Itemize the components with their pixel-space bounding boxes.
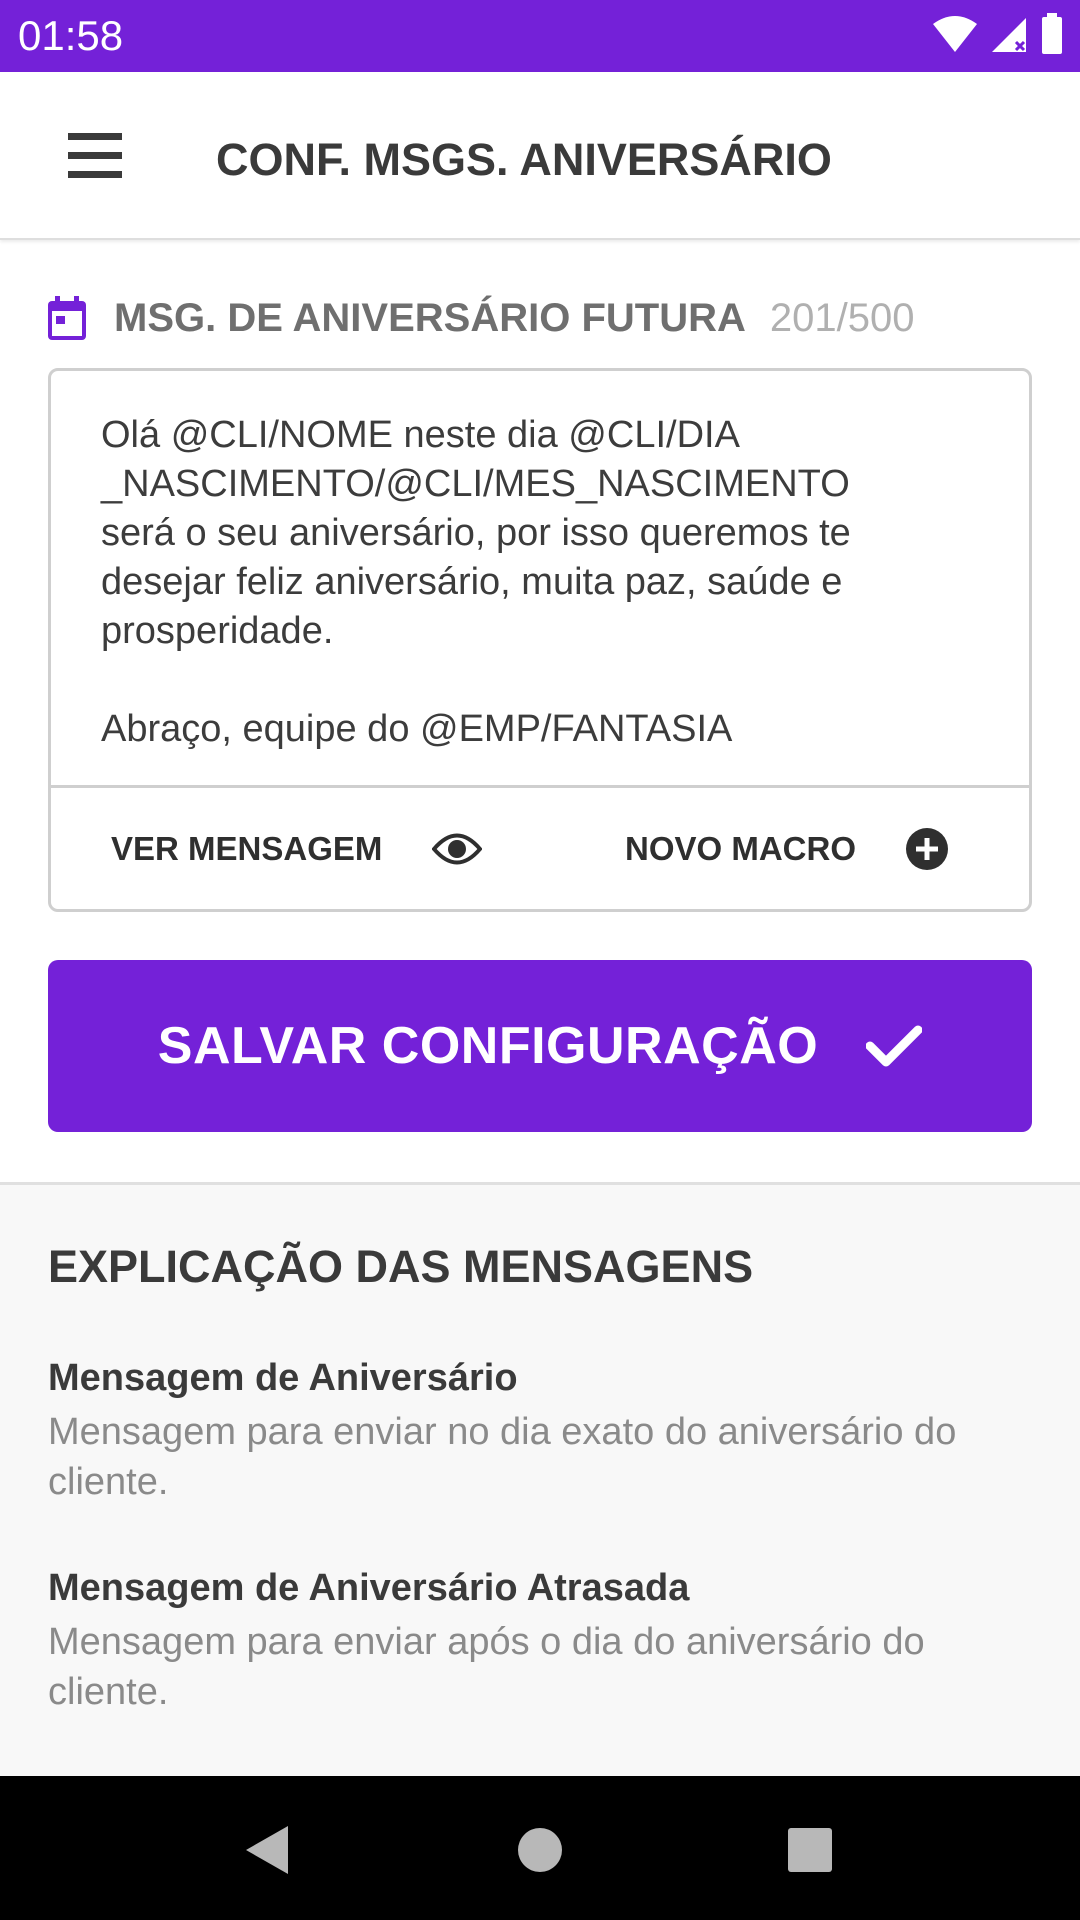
explanation-heading: Mensagem de Aniversário Atrasada (48, 1567, 690, 1609)
hamburger-menu-icon[interactable] (68, 124, 148, 188)
status-bar: 01:58 (0, 0, 1080, 72)
save-configuration-button[interactable]: SALVAR CONFIGURAÇÃO (48, 960, 1032, 1132)
explanation-item: Mensagem de Aniversário Atrasada Mensage… (48, 1563, 1028, 1717)
app-bar: CONF. MSGS. ANIVERSÁRIO (0, 72, 1080, 240)
wifi-icon (932, 14, 978, 59)
explanation-description: Mensagem para enviar no dia exato do ani… (48, 1411, 957, 1503)
new-macro-button[interactable]: NOVO MACRO (625, 788, 948, 909)
system-navigation-bar (0, 1776, 1080, 1920)
calendar-icon (48, 296, 86, 340)
status-time: 01:58 (18, 12, 124, 59)
editor-actions: VER MENSAGEM NOVO MACRO (51, 785, 1029, 909)
section-label: MSG. DE ANIVERSÁRIO FUTURA (114, 295, 746, 340)
home-icon[interactable] (510, 1820, 570, 1880)
status-icons (932, 12, 1064, 60)
back-icon[interactable] (236, 1820, 296, 1880)
explanation-description: Mensagem para enviar após o dia do anive… (48, 1621, 925, 1713)
view-message-label: VER MENSAGEM (111, 829, 383, 867)
message-editor: Olá @CLI/NOME neste dia @CLI/DIA _NASCIM… (48, 368, 1032, 912)
add-circle-icon (906, 827, 948, 870)
message-textarea[interactable]: Olá @CLI/NOME neste dia @CLI/DIA _NASCIM… (101, 411, 981, 754)
page-title: CONF. MSGS. ANIVERSÁRIO (216, 134, 832, 185)
cellular-signal-icon (990, 14, 1028, 59)
eye-icon (432, 832, 483, 866)
explanation-title: EXPLICAÇÃO DAS MENSAGENS (48, 1241, 754, 1292)
new-macro-label: NOVO MACRO (625, 829, 856, 867)
battery-icon (1040, 12, 1064, 60)
explanation-item: Mensagem de Aniversário Mensagem para en… (48, 1353, 1028, 1507)
section-header: MSG. DE ANIVERSÁRIO FUTURA 201/500 (48, 290, 914, 346)
view-message-button[interactable]: VER MENSAGEM (111, 788, 483, 909)
recents-icon[interactable] (780, 1820, 840, 1880)
save-configuration-label: SALVAR CONFIGURAÇÃO (157, 1017, 819, 1075)
explanation-heading: Mensagem de Aniversário (48, 1357, 518, 1399)
check-icon (866, 1024, 923, 1068)
character-count: 201/500 (769, 295, 915, 340)
explanation-section: EXPLICAÇÃO DAS MENSAGENS Mensagem de Ani… (0, 1182, 1080, 1776)
